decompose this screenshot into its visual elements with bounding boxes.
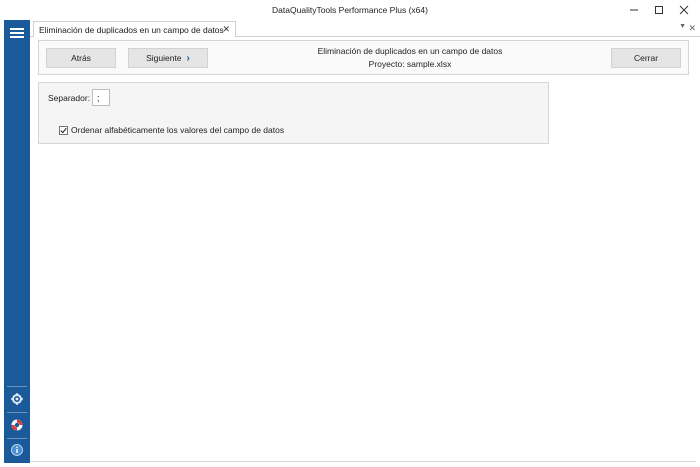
tab-list-dropdown-icon[interactable]: ▼ (679, 23, 686, 30)
tab-bar: Eliminación de duplicados en un campo de… (30, 20, 700, 37)
sort-checkbox[interactable] (59, 125, 68, 135)
chevron-right-icon: › (186, 52, 190, 64)
tab-close-icon[interactable]: ✕ (222, 24, 230, 35)
close-icon (679, 5, 689, 15)
separator-label: Separador: (48, 93, 91, 103)
title-bar: DataQualityTools Performance Plus (x64) (0, 0, 700, 20)
help-lifebuoy-icon[interactable] (10, 418, 24, 432)
minimize-button[interactable] (620, 0, 648, 20)
function-title: Eliminación de duplicados en un campo de… (317, 46, 503, 56)
function-info: Eliminación de duplicados en un campo de… (259, 45, 561, 71)
sort-label: Ordenar alfabéticamente los valores del … (71, 125, 285, 135)
options-panel: Separador: ; Ordenar alfabéticamente los… (38, 82, 549, 144)
sidebar (4, 20, 30, 463)
checkmark-icon (60, 127, 67, 133)
info-icon[interactable] (10, 443, 24, 457)
project-name: Proyecto: sample.xlsx (368, 59, 452, 69)
close-button[interactable]: Cerrar (611, 48, 681, 68)
close-all-tabs-icon[interactable]: ✕ (688, 23, 696, 34)
settings-icon[interactable] (10, 392, 24, 406)
tab-label: Eliminación de duplicados en un campo de… (39, 25, 224, 35)
next-button[interactable]: Siguiente › (128, 48, 208, 68)
next-label: Siguiente (146, 53, 182, 63)
maximize-icon (655, 6, 663, 14)
menu-icon[interactable] (10, 28, 24, 38)
bottom-border (30, 461, 696, 462)
sidebar-divider (7, 386, 27, 387)
window-title: DataQualityTools Performance Plus (x64) (272, 5, 428, 15)
wizard-toolbar: Atrás Siguiente › Eliminación de duplica… (38, 40, 689, 75)
sidebar-divider (7, 438, 27, 439)
back-button[interactable]: Atrás (46, 48, 116, 68)
minimize-icon (630, 9, 638, 11)
separator-input[interactable]: ; (92, 89, 110, 106)
sidebar-divider (7, 412, 27, 413)
tab-duplicate-removal[interactable]: Eliminación de duplicados en un campo de… (33, 21, 236, 37)
sort-option[interactable]: Ordenar alfabéticamente los valores del … (59, 125, 284, 135)
maximize-button[interactable] (645, 0, 673, 20)
window-close-button[interactable] (670, 0, 698, 20)
